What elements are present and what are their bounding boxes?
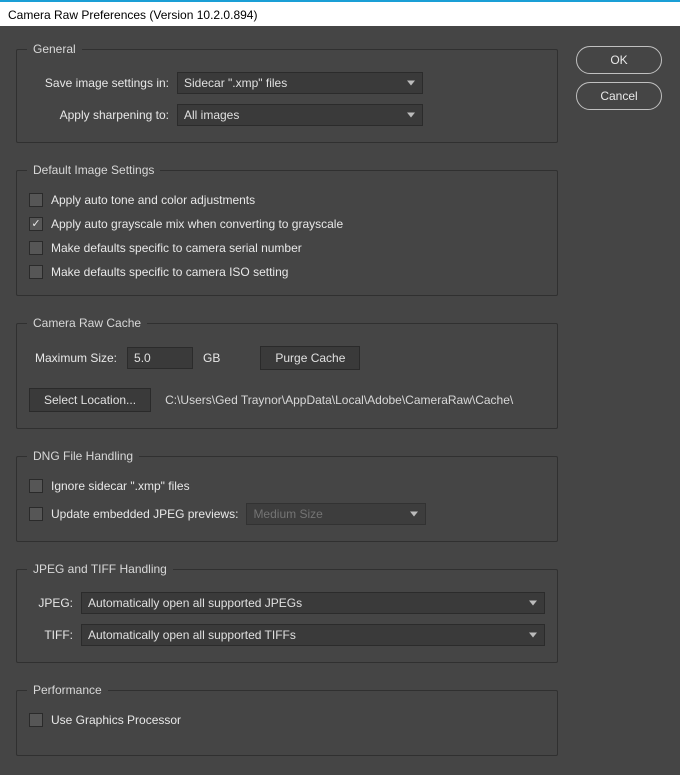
apply-sharpening-label: Apply sharpening to: — [29, 108, 169, 122]
window-title: Camera Raw Preferences (Version 10.2.0.8… — [8, 8, 257, 22]
title-bar: Camera Raw Preferences (Version 10.2.0.8… — [0, 0, 680, 26]
ok-button[interactable]: OK — [576, 46, 662, 74]
max-size-unit: GB — [203, 351, 220, 365]
auto-grayscale-checkbox[interactable] — [29, 217, 43, 231]
auto-tone-checkbox[interactable] — [29, 193, 43, 207]
ignore-xmp-label: Ignore sidecar ".xmp" files — [51, 479, 190, 493]
cache-fieldset: Camera Raw Cache Maximum Size: GB Purge … — [16, 316, 558, 429]
default-image-settings-fieldset: Default Image Settings Apply auto tone a… — [16, 163, 558, 296]
general-legend: General — [27, 42, 82, 56]
defaults-serial-checkbox[interactable] — [29, 241, 43, 255]
defaults-iso-label: Make defaults specific to camera ISO set… — [51, 265, 288, 279]
save-settings-label: Save image settings in: — [29, 76, 169, 90]
jpeg-select[interactable]: Automatically open all supported JPEGs — [81, 592, 545, 614]
cache-path: C:\Users\Ged Traynor\AppData\Local\Adobe… — [165, 393, 513, 407]
use-gpu-checkbox[interactable] — [29, 713, 43, 727]
tiff-label: TIFF: — [29, 628, 73, 642]
settings-column: General Save image settings in: Sidecar … — [16, 42, 558, 756]
cancel-button[interactable]: Cancel — [576, 82, 662, 110]
use-gpu-label: Use Graphics Processor — [51, 713, 181, 727]
dng-legend: DNG File Handling — [27, 449, 139, 463]
jpeg-tiff-fieldset: JPEG and TIFF Handling JPEG: Automatical… — [16, 562, 558, 663]
apply-sharpening-select[interactable]: All images — [177, 104, 423, 126]
content-area: General Save image settings in: Sidecar … — [0, 26, 680, 772]
purge-cache-button[interactable]: Purge Cache — [260, 346, 360, 370]
update-previews-checkbox[interactable] — [29, 507, 43, 521]
save-settings-select[interactable]: Sidecar ".xmp" files — [177, 72, 423, 94]
max-size-label: Maximum Size: — [35, 351, 117, 365]
update-previews-label: Update embedded JPEG previews: — [51, 507, 238, 521]
performance-legend: Performance — [27, 683, 108, 697]
general-fieldset: General Save image settings in: Sidecar … — [16, 42, 558, 143]
defaults-iso-checkbox[interactable] — [29, 265, 43, 279]
select-location-button[interactable]: Select Location... — [29, 388, 151, 412]
jpeg-label: JPEG: — [29, 596, 73, 610]
auto-grayscale-label: Apply auto grayscale mix when converting… — [51, 217, 343, 231]
ignore-xmp-checkbox[interactable] — [29, 479, 43, 493]
jpeg-tiff-legend: JPEG and TIFF Handling — [27, 562, 173, 576]
defaults-serial-label: Make defaults specific to camera serial … — [51, 241, 302, 255]
cache-legend: Camera Raw Cache — [27, 316, 147, 330]
auto-tone-label: Apply auto tone and color adjustments — [51, 193, 255, 207]
tiff-select[interactable]: Automatically open all supported TIFFs — [81, 624, 545, 646]
performance-fieldset: Performance Use Graphics Processor — [16, 683, 558, 756]
preview-size-select: Medium Size — [246, 503, 426, 525]
dialog-buttons: OK Cancel — [576, 42, 662, 756]
default-image-settings-legend: Default Image Settings — [27, 163, 160, 177]
max-size-input[interactable] — [127, 347, 193, 369]
dng-fieldset: DNG File Handling Ignore sidecar ".xmp" … — [16, 449, 558, 542]
